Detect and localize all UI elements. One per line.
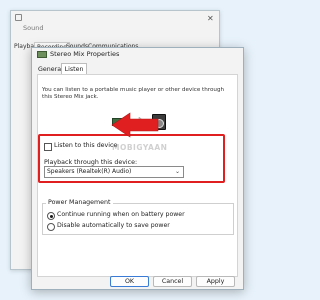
apply-button[interactable]: Apply [196, 276, 235, 287]
sound-window-title: Sound [23, 24, 44, 32]
radio-continue-label[interactable]: Continue running when on battery power [57, 211, 185, 218]
radio-disable-to-save-power[interactable] [47, 223, 55, 231]
annotation-highlight-box [38, 134, 225, 183]
radio-disable-label[interactable]: Disable automatically to save power [57, 222, 170, 229]
cancel-button[interactable]: Cancel [153, 276, 192, 287]
properties-dialog: Stereo Mix Properties General Listen You… [31, 47, 244, 290]
sound-icon [15, 14, 22, 21]
close-icon[interactable]: ✕ [207, 14, 214, 23]
dialog-title: Stereo Mix Properties [50, 50, 120, 58]
power-management-group [42, 203, 234, 235]
radio-continue-on-battery[interactable] [47, 212, 55, 220]
red-pointer-arrow [111, 112, 159, 138]
ok-button[interactable]: OK [110, 276, 149, 287]
power-management-title: Power Management [46, 199, 113, 206]
stereo-mix-icon [37, 51, 47, 58]
tab-general[interactable]: General [38, 66, 63, 73]
description-text: You can listen to a portable music playe… [42, 87, 225, 100]
